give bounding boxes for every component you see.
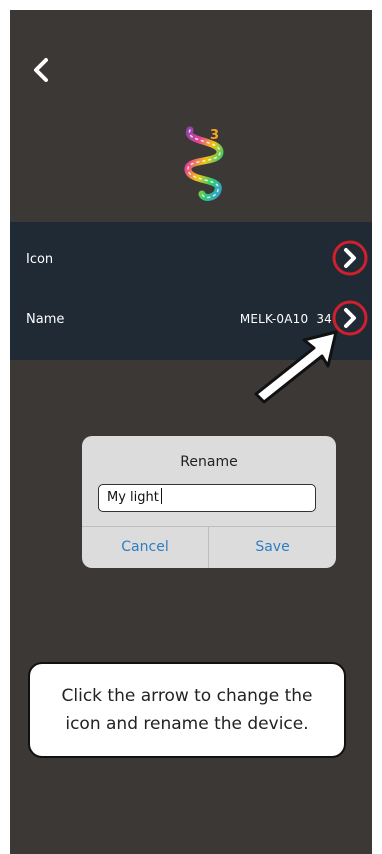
rename-dialog: Rename My light Cancel Save <box>82 436 336 568</box>
callout-line-1: Click the arrow to change the <box>61 686 313 706</box>
instruction-callout: Click the arrow to change the icon and r… <box>28 662 346 758</box>
rename-input[interactable]: My light <box>98 484 316 512</box>
pointer-arrow-icon <box>248 328 344 406</box>
rename-input-value: My light <box>107 490 159 505</box>
dialog-title: Rename <box>180 454 238 470</box>
phone-screen: 3 Icon Name MELK-0A10 34 Rename My light… <box>10 10 372 854</box>
name-row-label: Name <box>26 312 65 327</box>
light-strip-icon <box>176 122 236 206</box>
text-caret <box>160 488 162 504</box>
device-name-value: MELK-0A10 34 <box>239 312 332 326</box>
callout-line-2: icon and rename the device. <box>65 714 309 734</box>
icon-arrow-button[interactable] <box>332 240 368 276</box>
cancel-button[interactable]: Cancel <box>82 527 208 568</box>
chevron-right-icon <box>332 240 368 276</box>
icon-row-label: Icon <box>26 252 54 267</box>
device-count-badge: 3 <box>210 128 220 143</box>
back-button[interactable] <box>26 54 58 86</box>
callout-text: Click the arrow to change the icon and r… <box>30 682 344 738</box>
chevron-left-icon <box>34 58 48 82</box>
save-button[interactable]: Save <box>209 527 336 568</box>
icon-setting-row[interactable]: Icon <box>10 232 372 292</box>
